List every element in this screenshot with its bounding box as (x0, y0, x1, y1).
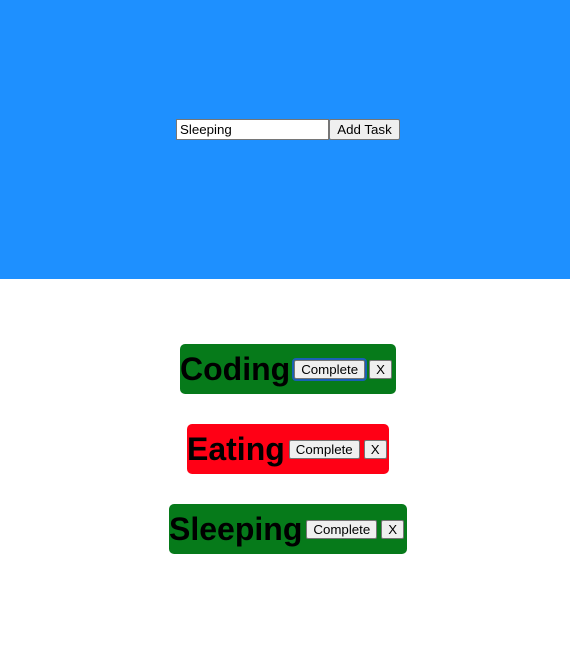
remove-button[interactable]: X (369, 359, 392, 379)
task-title: Coding (180, 351, 291, 387)
task-item-coding: Coding Complete X (180, 344, 396, 394)
task-title: Sleeping (169, 511, 303, 547)
complete-button[interactable]: Complete (306, 519, 378, 539)
remove-button[interactable]: X (363, 439, 387, 459)
add-task-form: Add Task (176, 119, 400, 140)
task-item-eating: Eating Complete X (187, 424, 389, 474)
task-item-sleeping: Sleeping Complete X (169, 504, 407, 554)
add-task-button[interactable]: Add Task (329, 119, 400, 140)
complete-button[interactable]: Complete (288, 439, 360, 459)
task-title: Eating (187, 431, 285, 467)
remove-button[interactable]: X (381, 519, 405, 539)
header-banner: Add Task (0, 0, 570, 279)
task-input[interactable] (176, 119, 329, 140)
complete-button[interactable]: Complete (292, 357, 368, 381)
